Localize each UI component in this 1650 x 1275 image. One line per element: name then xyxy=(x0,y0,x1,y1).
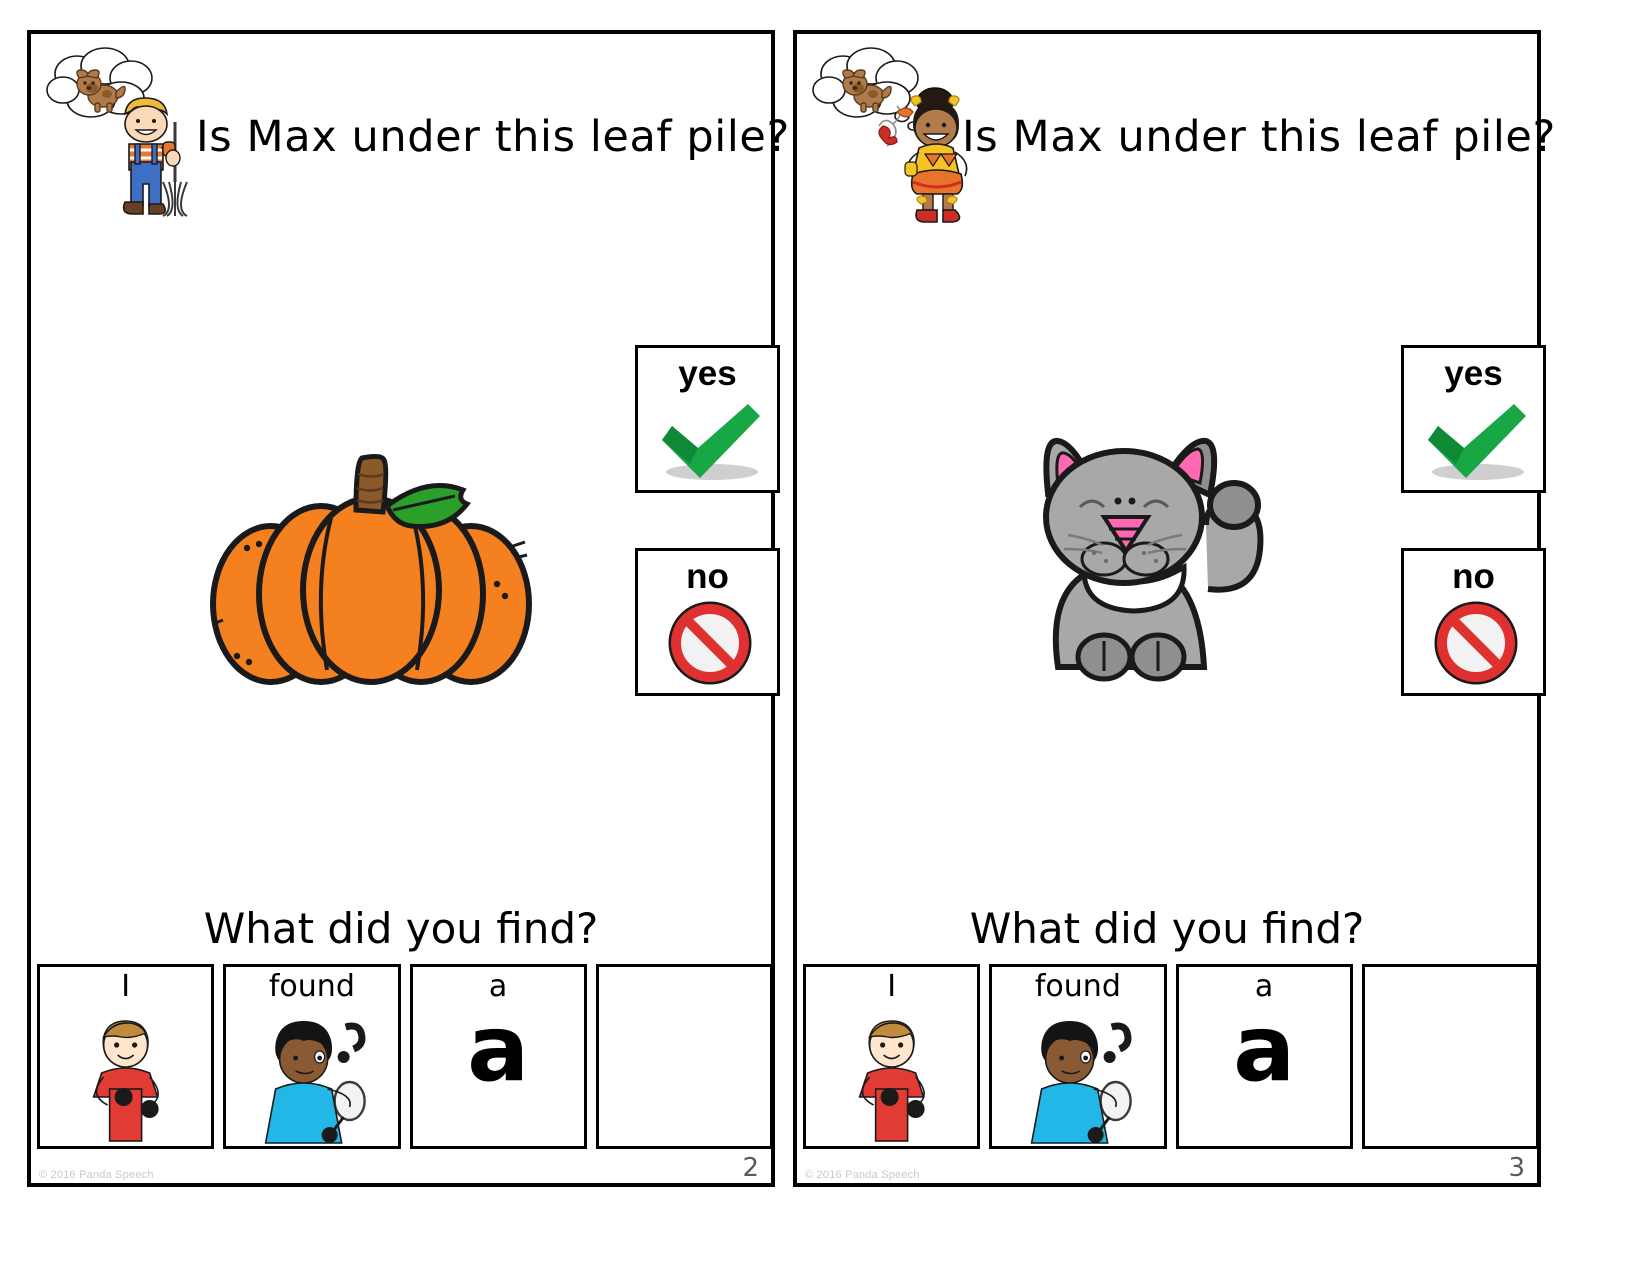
answer-choice-yes[interactable]: yes xyxy=(1401,345,1546,493)
character-with-thought-bubble xyxy=(39,40,209,220)
copyright-notice: © 2016 Panda Speech xyxy=(39,1169,154,1181)
sentence-card-word: I xyxy=(887,969,897,1004)
red-prohibition-icon xyxy=(1404,595,1543,691)
sentence-strip: I found a a xyxy=(37,964,773,1149)
sentence-card-found[interactable]: found xyxy=(223,964,401,1149)
green-check-icon xyxy=(1404,392,1543,488)
answer-choice-no[interactable]: no xyxy=(1401,548,1546,696)
answer-label-yes: yes xyxy=(678,354,737,393)
sentence-card-big-letter: a xyxy=(1233,995,1296,1102)
page-header: Is Max under this leaf pile? xyxy=(31,34,790,224)
sentence-card-blank[interactable] xyxy=(595,964,773,1149)
sentence-card-word: found xyxy=(1034,969,1121,1004)
found-object-pumpkin-icon xyxy=(181,414,561,714)
page-title-question: Is Max under this leaf pile? xyxy=(196,112,790,162)
page-number: 3 xyxy=(1508,1153,1525,1183)
prompt-what-did-you-find: What did you find? xyxy=(203,904,599,953)
sentence-card-a[interactable]: a a xyxy=(1175,964,1353,1149)
green-check-icon xyxy=(638,392,777,488)
answer-choice-yes[interactable]: yes xyxy=(635,345,780,493)
book-page-2: Is Max under this leaf pile? yes no What… xyxy=(27,30,790,1187)
found-object-cat-icon xyxy=(972,389,1312,689)
boy-pointing-at-self-icon xyxy=(40,1009,211,1144)
prompt-what-did-you-find: What did you find? xyxy=(969,904,1365,953)
book-page-3: Is Max under this leaf pile? yes no What… xyxy=(793,30,1556,1187)
sentence-card-found[interactable]: found xyxy=(989,964,1167,1149)
sentence-strip: I found a a xyxy=(803,964,1539,1149)
boy-with-magnifying-glass-icon xyxy=(226,1009,397,1144)
page-number: 2 xyxy=(742,1153,759,1183)
boy-pointing-at-self-icon xyxy=(806,1009,977,1144)
red-prohibition-icon xyxy=(638,595,777,691)
answer-label-yes: yes xyxy=(1444,354,1503,393)
sentence-card-i[interactable]: I xyxy=(803,964,981,1149)
sentence-card-blank[interactable] xyxy=(1361,964,1539,1149)
sentence-card-big-letter: a xyxy=(467,995,530,1102)
copyright-notice: © 2016 Panda Speech xyxy=(805,1169,920,1181)
worksheet-spread: Is Max under this leaf pile? yes no What… xyxy=(0,0,1650,1275)
boy-with-magnifying-glass-icon xyxy=(992,1009,1163,1144)
sentence-card-word: I xyxy=(121,969,131,1004)
boy-raking-leaves-icon xyxy=(109,90,209,225)
answer-label-no: no xyxy=(1452,557,1495,596)
sentence-card-i[interactable]: I xyxy=(37,964,215,1149)
answer-label-no: no xyxy=(686,557,729,596)
character-with-thought-bubble xyxy=(805,40,975,223)
sentence-card-word: found xyxy=(268,969,355,1004)
sentence-card-a[interactable]: a a xyxy=(409,964,587,1149)
answer-choice-no[interactable]: no xyxy=(635,548,780,696)
page-header: Is Max under this leaf pile? xyxy=(797,34,1556,224)
page-title-question: Is Max under this leaf pile? xyxy=(962,112,1556,162)
